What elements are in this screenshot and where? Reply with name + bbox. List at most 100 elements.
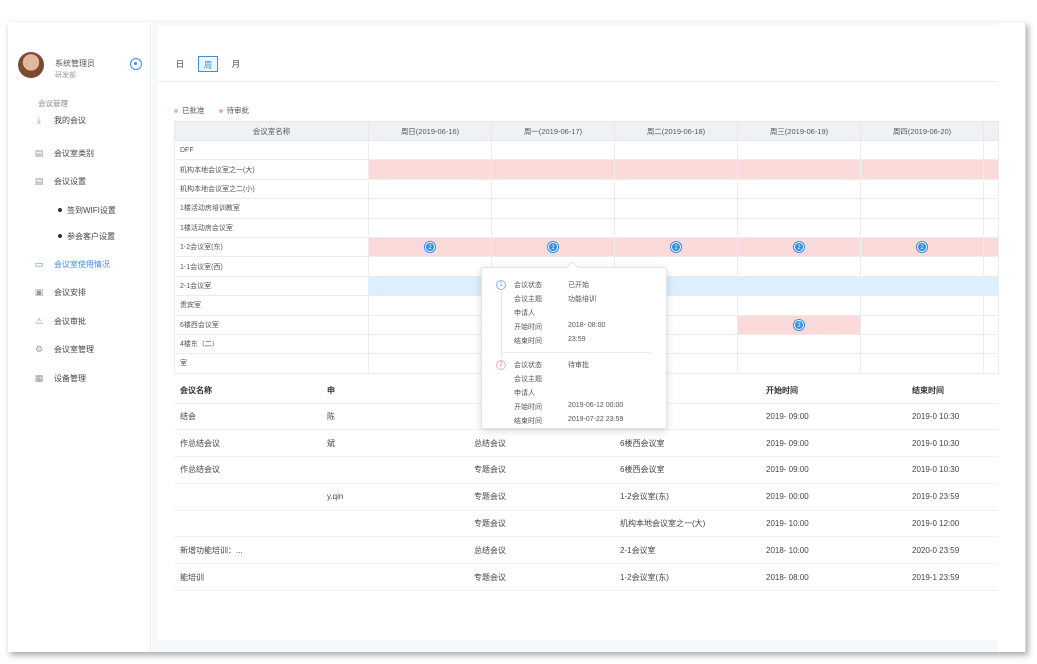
schedule-cell[interactable] (737, 217, 861, 238)
schedule-cell[interactable] (368, 159, 492, 180)
booking-count-badge[interactable]: 2 (425, 242, 435, 253)
schedule-cell[interactable] (368, 353, 492, 374)
tab-view-0[interactable]: 日 (170, 56, 190, 72)
schedule-cell[interactable] (368, 314, 492, 335)
user-profile[interactable]: 系统管理员 研发部 (18, 52, 148, 92)
palette-icon[interactable] (130, 58, 142, 70)
table-row[interactable]: 新增功能培训：... 总结会议 2-1会议室 2018- 10:00 2020-0 23… (174, 536, 998, 565)
schedule-cell[interactable]: 2 (491, 236, 615, 258)
sidebar-item-6[interactable]: ▣ 会议安排 (34, 284, 144, 300)
schedule-cell[interactable] (368, 256, 492, 277)
table-row[interactable]: y.qin 专题会议 1-2会议室(东) 2019- 00:00 2019-0 23:5… (174, 483, 998, 511)
schedule-cell[interactable] (614, 217, 738, 238)
schedule-cell[interactable] (860, 295, 984, 316)
schedule-cell[interactable] (368, 333, 492, 355)
schedule-cell[interactable] (491, 159, 615, 180)
schedule-cell[interactable]: 2 (368, 236, 492, 258)
booking-count-badge[interactable]: 2 (917, 242, 927, 253)
schedule-cell[interactable] (491, 198, 615, 219)
booking-count-badge[interactable]: 2 (794, 242, 804, 253)
schedule-cell[interactable]: 2 (614, 236, 738, 258)
sidebar-item-label: 参会客户设置 (67, 231, 115, 241)
table-cell: 2019-0 10:30 (906, 456, 998, 484)
schedule-cell[interactable] (737, 139, 861, 161)
schedule-cell[interactable] (983, 314, 999, 335)
field-label: 开始时间 (514, 324, 542, 331)
schedule-cell[interactable] (860, 333, 984, 355)
schedule-cell[interactable] (491, 139, 615, 161)
schedule-cell[interactable] (737, 198, 861, 219)
schedule-cell[interactable] (983, 198, 999, 219)
schedule-cell[interactable] (983, 333, 999, 355)
schedule-cell[interactable] (860, 256, 984, 277)
table-row[interactable]: 专题会议 机构本地会议室之一(大) 2019- 10:00 2019-0 12:00 (174, 510, 998, 538)
tab-view-1[interactable]: 周 (198, 56, 218, 72)
schedule-cell[interactable] (368, 178, 492, 200)
schedule-cell[interactable] (737, 178, 861, 200)
sidebar-item-2[interactable]: ▤ 会议设置 (34, 173, 144, 189)
schedule-cell[interactable] (983, 353, 999, 374)
schedule-cell[interactable] (614, 139, 738, 161)
table-row[interactable]: 作总结会议斌总结会议 6楼西会议室 2019- 09:00 2019-0 10:30 (174, 429, 998, 458)
content-panel: 日周月 已批准 待审批 会议室名称 周日(2019-06-16) 周一(2019-0… (158, 26, 999, 640)
schedule-cell[interactable] (368, 275, 492, 297)
schedule-cell[interactable] (737, 333, 861, 355)
sidebar-item-0[interactable]: ⤓ 我的会议 (34, 112, 144, 128)
schedule-cell[interactable] (860, 159, 984, 180)
schedule-cell[interactable] (860, 314, 984, 335)
schedule-cell[interactable] (368, 139, 492, 161)
schedule-cell[interactable] (368, 217, 492, 238)
sidebar-item-7[interactable]: ⚠ 会议审批 (34, 313, 144, 329)
room-name: 4楼东（二） (174, 333, 369, 355)
avatar[interactable] (18, 52, 44, 78)
schedule-cell[interactable] (983, 275, 999, 297)
table-cell: 1-2会议室(东) (614, 483, 760, 511)
table-cell: 2019- 09:00 (760, 403, 906, 431)
schedule-cell[interactable] (491, 178, 615, 200)
sidebar-item-8[interactable]: ⚙ 会议室管理 (34, 341, 144, 357)
table-row[interactable]: 能培训 专题会议 1-2会议室(东) 2018- 08:00 2019-1 23:59 (174, 563, 998, 592)
schedule-cell[interactable] (983, 159, 999, 180)
booking-count-badge[interactable]: 2 (671, 242, 681, 253)
schedule-cell[interactable] (860, 217, 984, 238)
schedule-cell[interactable] (860, 353, 984, 374)
schedule-cell[interactable] (983, 217, 999, 238)
main-area: 日周月 已批准 待审批 会议室名称 周日(2019-06-16) 周一(2019-0… (152, 22, 999, 652)
schedule-cell[interactable] (860, 275, 984, 297)
schedule-cell[interactable] (737, 256, 861, 277)
sidebar-item-9[interactable]: ▦ 设备管理 (34, 370, 144, 386)
schedule-cell[interactable] (983, 256, 999, 277)
table-row[interactable]: 作总结会议 专题会议 6楼西会议室 2019- 09:00 2019-0 10:30 (174, 456, 998, 484)
tab-view-2[interactable]: 月 (226, 56, 246, 72)
table-cell: 2019-0 12:00 (906, 510, 998, 538)
schedule-cell[interactable] (860, 139, 984, 161)
schedule-cell[interactable] (983, 139, 999, 161)
schedule-cell[interactable] (491, 217, 615, 238)
table-cell: 2020-0 23:59 (906, 536, 998, 565)
tooltip-field: 申请人 (514, 308, 568, 322)
booking-count-badge[interactable]: 2 (548, 242, 558, 253)
tooltip-divider (502, 352, 652, 353)
sidebar-item-5[interactable]: ▭ 会议室使用情况 (34, 256, 144, 272)
table-cell: 结会 (174, 403, 321, 431)
schedule-cell[interactable] (737, 159, 861, 180)
sidebar-item-1[interactable]: ▤ 会议室类别 (34, 145, 144, 161)
schedule-cell[interactable] (983, 178, 999, 200)
schedule-cell[interactable] (737, 295, 861, 316)
schedule-cell[interactable] (368, 295, 492, 316)
schedule-cell[interactable] (983, 236, 999, 258)
schedule-cell[interactable] (737, 275, 861, 297)
schedule-cell[interactable] (983, 295, 999, 316)
schedule-cell[interactable] (614, 159, 738, 180)
schedule-cell[interactable] (614, 178, 738, 200)
schedule-cell[interactable] (737, 353, 861, 374)
schedule-cell[interactable] (860, 198, 984, 219)
booking-count-badge[interactable]: 3 (794, 319, 804, 330)
schedule-cell[interactable]: 2 (860, 236, 984, 258)
schedule-cell[interactable] (860, 178, 984, 200)
schedule-cell[interactable] (614, 198, 738, 219)
schedule-cell[interactable]: 2 (737, 236, 861, 258)
schedule-cell[interactable]: 3 (737, 314, 861, 335)
room-name: 1楼活动房培训教室 (174, 198, 369, 219)
schedule-cell[interactable] (368, 198, 492, 219)
